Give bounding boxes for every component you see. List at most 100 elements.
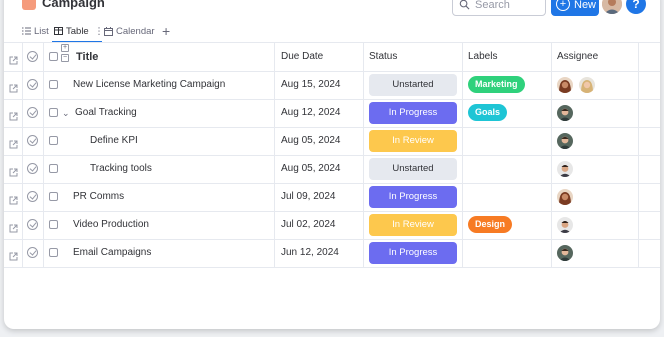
table-row[interactable]: New License Marketing Campaign Aug 15, 2… — [4, 71, 660, 99]
status-badge[interactable]: In Review — [369, 130, 457, 152]
column-title[interactable]: Title — [76, 43, 98, 71]
due-date[interactable]: Jun 12, 2024 — [281, 239, 339, 267]
due-date[interactable]: Jul 02, 2024 — [281, 211, 336, 239]
status-badge[interactable]: Unstarted — [369, 74, 457, 96]
avatar-woman-blonde[interactable] — [579, 77, 595, 93]
select-all-checkbox[interactable] — [49, 52, 58, 61]
row-checkbox[interactable] — [49, 108, 58, 117]
table-row[interactable]: Email Campaigns Jun 12, 2024 In Progress — [4, 239, 660, 267]
task-title[interactable]: New License Marketing Campaign — [73, 71, 225, 99]
search-icon — [459, 0, 470, 10]
status-badge[interactable]: Unstarted — [369, 158, 457, 180]
table-icon — [54, 27, 63, 36]
column-labels[interactable]: Labels — [468, 43, 497, 71]
avatar-man-1[interactable] — [557, 105, 573, 121]
open-task-icon[interactable] — [9, 192, 18, 210]
tab-list[interactable]: List — [22, 26, 49, 38]
table-row[interactable]: Define KPI Aug 05, 2024 In Review — [4, 127, 660, 155]
complete-task-icon[interactable] — [27, 107, 38, 118]
task-title[interactable]: Video Production — [73, 211, 149, 239]
complete-task-icon[interactable] — [27, 191, 38, 202]
status-badge[interactable]: In Review — [369, 214, 457, 236]
table-row[interactable]: Video Production Jul 02, 2024 In Review … — [4, 211, 660, 239]
project-title: Campaign — [42, 0, 105, 10]
status-badge[interactable]: In Progress — [369, 242, 457, 264]
new-button-label: New — [574, 0, 597, 11]
open-task-icon[interactable] — [9, 136, 18, 154]
task-title[interactable]: PR Comms — [73, 183, 124, 211]
column-divider — [43, 42, 44, 267]
complete-task-icon[interactable] — [27, 135, 38, 146]
row-checkbox[interactable] — [49, 220, 58, 229]
column-divider — [462, 42, 463, 267]
project-icon — [22, 0, 36, 10]
new-button[interactable]: + New — [551, 0, 599, 16]
avatar-woman-dark[interactable] — [557, 189, 573, 205]
table-header-row: + − Title Due Date Status Labels Assignee — [4, 43, 660, 71]
tab-table[interactable]: Table ⋮ — [54, 26, 104, 38]
calendar-icon — [104, 26, 113, 36]
status-badge[interactable]: In Progress — [369, 186, 457, 208]
due-date[interactable]: Jul 09, 2024 — [281, 183, 336, 211]
avatar-man-1[interactable] — [557, 245, 573, 261]
expand-collapse-all[interactable]: + − — [61, 44, 70, 64]
complete-task-icon[interactable] — [27, 79, 38, 90]
column-assignee[interactable]: Assignee — [557, 43, 598, 71]
complete-all-icon[interactable] — [27, 51, 38, 62]
label-badge[interactable]: Marketing — [468, 76, 525, 93]
open-icon — [9, 52, 18, 70]
task-title[interactable]: Email Campaigns — [73, 239, 151, 267]
search-placeholder: Search — [475, 0, 510, 11]
row-checkbox[interactable] — [49, 192, 58, 201]
complete-task-icon[interactable] — [27, 219, 38, 230]
task-title[interactable]: Define KPI — [90, 127, 138, 155]
help-button[interactable]: ? — [626, 0, 646, 14]
project-header: Campaign Search + New ? — [4, 0, 660, 18]
row-divider — [4, 267, 660, 268]
open-task-icon[interactable] — [9, 248, 18, 266]
row-divider — [4, 155, 660, 156]
label-badge[interactable]: Goals — [468, 104, 508, 121]
user-avatar[interactable] — [602, 0, 622, 14]
task-title[interactable]: Goal Tracking — [75, 99, 137, 127]
table-row[interactable]: Tracking tools Aug 05, 2024 Unstarted — [4, 155, 660, 183]
search-input[interactable]: Search — [452, 0, 546, 16]
complete-task-icon[interactable] — [27, 247, 38, 258]
status-badge[interactable]: In Progress — [369, 102, 457, 124]
due-date[interactable]: Aug 15, 2024 — [281, 71, 341, 99]
label-badge[interactable]: Design — [468, 216, 513, 233]
row-divider — [4, 211, 660, 212]
column-due-date[interactable]: Due Date — [281, 43, 323, 71]
avatar-woman-dark[interactable] — [557, 77, 573, 93]
due-date[interactable]: Aug 05, 2024 — [281, 127, 341, 155]
tab-calendar[interactable]: Calendar — [104, 26, 155, 38]
table-row[interactable]: PR Comms Jul 09, 2024 In Progress — [4, 183, 660, 211]
row-checkbox[interactable] — [49, 164, 58, 173]
avatar-man-2[interactable] — [557, 161, 573, 177]
row-divider — [4, 71, 660, 72]
task-title[interactable]: Tracking tools — [90, 155, 152, 183]
open-task-icon[interactable] — [9, 164, 18, 182]
more-options-icon[interactable]: ⋮ — [94, 26, 104, 37]
open-task-icon[interactable] — [9, 80, 18, 98]
row-checkbox[interactable] — [49, 248, 58, 257]
column-divider — [22, 42, 23, 267]
avatar-man-2[interactable] — [557, 217, 573, 233]
list-icon — [22, 27, 31, 35]
column-status[interactable]: Status — [369, 43, 397, 71]
open-task-icon[interactable] — [9, 220, 18, 238]
project-card: Campaign Search + New ? List Table ⋮ Cal… — [4, 0, 660, 329]
row-checkbox[interactable] — [49, 80, 58, 89]
due-date[interactable]: Aug 05, 2024 — [281, 155, 341, 183]
complete-task-icon[interactable] — [27, 163, 38, 174]
row-divider — [4, 99, 660, 100]
plus-circle-icon: + — [556, 0, 570, 11]
row-checkbox[interactable] — [49, 136, 58, 145]
add-view-button[interactable]: + — [162, 22, 170, 40]
chevron-down-icon[interactable]: ⌄ — [62, 99, 70, 127]
avatar-man-1[interactable] — [557, 133, 573, 149]
due-date[interactable]: Aug 12, 2024 — [281, 99, 341, 127]
open-task-icon[interactable] — [9, 108, 18, 126]
row-divider — [4, 183, 660, 184]
table-row[interactable]: ⌄ Goal Tracking Aug 12, 2024 In Progress… — [4, 99, 660, 127]
